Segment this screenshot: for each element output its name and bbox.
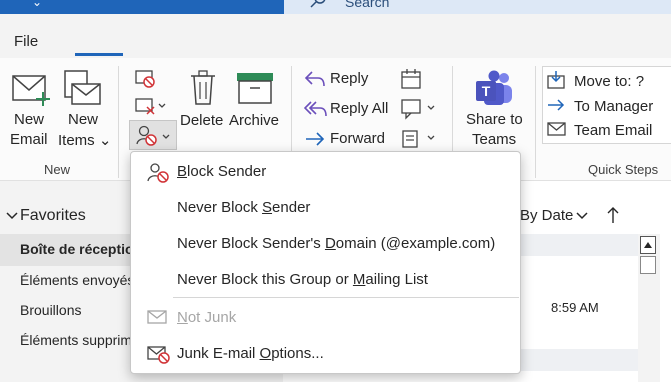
new-items-button[interactable]: New Items ⌄ bbox=[56, 66, 112, 150]
reply-all-label: Reply All bbox=[330, 100, 389, 117]
to-manager-label: To Manager bbox=[574, 98, 654, 115]
more-respond-icon[interactable] bbox=[400, 128, 440, 150]
quick-step-move-to[interactable]: Move to: ? bbox=[546, 70, 666, 92]
forward-label: Forward bbox=[330, 130, 386, 147]
reply-button[interactable]: Reply bbox=[304, 68, 384, 90]
folder-item-inbox[interactable]: Boîte de réception bbox=[20, 241, 130, 257]
ribbon-separator bbox=[535, 66, 536, 178]
move-to-label: Move to: ? bbox=[574, 73, 645, 90]
im-icon[interactable] bbox=[400, 98, 440, 120]
svg-text:T: T bbox=[482, 83, 491, 99]
reply-all-icon bbox=[304, 101, 327, 117]
new-items-label: New bbox=[68, 111, 99, 128]
new-items-icon bbox=[64, 70, 101, 105]
new-email-label: New bbox=[14, 111, 45, 128]
share-to-teams-button[interactable]: T Share to Teams bbox=[462, 66, 526, 150]
archive-button[interactable]: Archive bbox=[229, 66, 281, 130]
reply-icon bbox=[304, 71, 325, 87]
sort-label: By Date bbox=[520, 207, 574, 224]
menu-item-label: Never Block this Group or Mailing List bbox=[177, 271, 428, 288]
clean-up-icon[interactable] bbox=[134, 96, 168, 116]
forward-icon bbox=[306, 132, 325, 146]
share-to-teams-label: Share to bbox=[466, 111, 523, 128]
block-sender-icon bbox=[136, 125, 170, 146]
delete-label: Delete bbox=[180, 112, 224, 129]
move-to-icon bbox=[547, 71, 565, 89]
team-email-label: Team Email bbox=[574, 122, 653, 139]
menu-item-not-junk: Not Junk bbox=[131, 302, 520, 334]
menu-item-junk-options[interactable]: Junk E-mail Options... bbox=[131, 338, 520, 370]
ignore-icon[interactable] bbox=[134, 68, 156, 88]
meeting-icon[interactable] bbox=[400, 68, 424, 90]
menu-item-label: Block Sender bbox=[177, 163, 267, 180]
triangle-up-icon bbox=[644, 242, 652, 248]
scroll-thumb[interactable] bbox=[640, 256, 656, 274]
sort-direction-icon[interactable] bbox=[606, 206, 620, 224]
chevron-down-icon[interactable]: ⌄ bbox=[32, 0, 42, 9]
favorites-title: Favorites bbox=[20, 207, 86, 224]
chevron-down-icon bbox=[6, 212, 18, 220]
reply-label: Reply bbox=[330, 70, 369, 87]
menu-item-label: Junk E-mail Options... bbox=[177, 345, 324, 362]
archive-icon bbox=[237, 73, 273, 104]
group-label-new: New bbox=[44, 162, 71, 177]
junk-options-icon bbox=[147, 346, 170, 364]
menu-item-block-sender[interactable]: Block Sender bbox=[131, 156, 520, 188]
share-to-teams-label-2: Teams bbox=[472, 131, 517, 148]
reply-all-button[interactable]: Reply All bbox=[304, 98, 396, 120]
envelope-icon bbox=[547, 122, 566, 136]
menu-item-label: Never Block Sender bbox=[177, 199, 311, 216]
group-label-quick-steps: Quick Steps bbox=[588, 162, 659, 177]
new-email-icon bbox=[12, 75, 50, 106]
block-sender-icon bbox=[147, 163, 169, 183]
search-input[interactable]: Search bbox=[345, 0, 389, 10]
tab-file[interactable]: File bbox=[14, 33, 38, 50]
message-time: 8:59 AM bbox=[551, 300, 599, 315]
archive-label: Archive bbox=[229, 112, 280, 129]
new-email-button[interactable]: New Email bbox=[6, 66, 52, 150]
menu-item-never-block-domain[interactable]: Never Block Sender's Domain (@example.co… bbox=[131, 228, 520, 260]
folder-item-drafts[interactable]: Brouillons bbox=[20, 302, 130, 318]
junk-button[interactable] bbox=[129, 120, 177, 150]
envelope-icon bbox=[147, 310, 167, 324]
sort-by-date-button[interactable]: By Date bbox=[518, 206, 598, 228]
delete-button[interactable]: Delete bbox=[180, 66, 226, 130]
menu-item-never-block-sender[interactable]: Never Block Sender bbox=[131, 192, 520, 224]
scroll-up-button[interactable] bbox=[640, 236, 656, 254]
favorites-header[interactable]: Favorites bbox=[6, 206, 116, 228]
scrollbar[interactable] bbox=[638, 234, 660, 382]
menu-bar bbox=[0, 14, 671, 58]
menu-item-never-block-group[interactable]: Never Block this Group or Mailing List bbox=[131, 264, 520, 296]
ribbon-separator bbox=[118, 66, 119, 178]
menu-item-label: Never Block Sender's Domain (@example.co… bbox=[177, 235, 496, 252]
folder-item-sent[interactable]: Éléments envoyés bbox=[20, 272, 130, 288]
new-items-label-2: Items ⌄ bbox=[58, 132, 112, 149]
new-email-label-2: Email bbox=[10, 131, 48, 148]
teams-icon: T bbox=[476, 70, 512, 105]
forward-button[interactable]: Forward bbox=[304, 128, 390, 150]
tab-indicator bbox=[75, 53, 123, 56]
search-box[interactable] bbox=[284, 0, 671, 14]
search-icon bbox=[310, 0, 326, 8]
junk-dropdown-menu: Block Sender Never Block Sender Never Bl… bbox=[130, 151, 521, 374]
menu-divider bbox=[173, 297, 519, 298]
menu-item-label: Not Junk bbox=[177, 309, 237, 326]
chevron-down-icon bbox=[576, 212, 588, 220]
trash-icon bbox=[191, 70, 215, 105]
arrow-right-icon bbox=[548, 99, 565, 111]
folder-item-deleted[interactable]: Éléments supprimés bbox=[20, 332, 130, 348]
quick-step-team-email[interactable]: Team Email bbox=[546, 118, 666, 140]
quick-step-to-manager[interactable]: To Manager bbox=[546, 94, 666, 116]
